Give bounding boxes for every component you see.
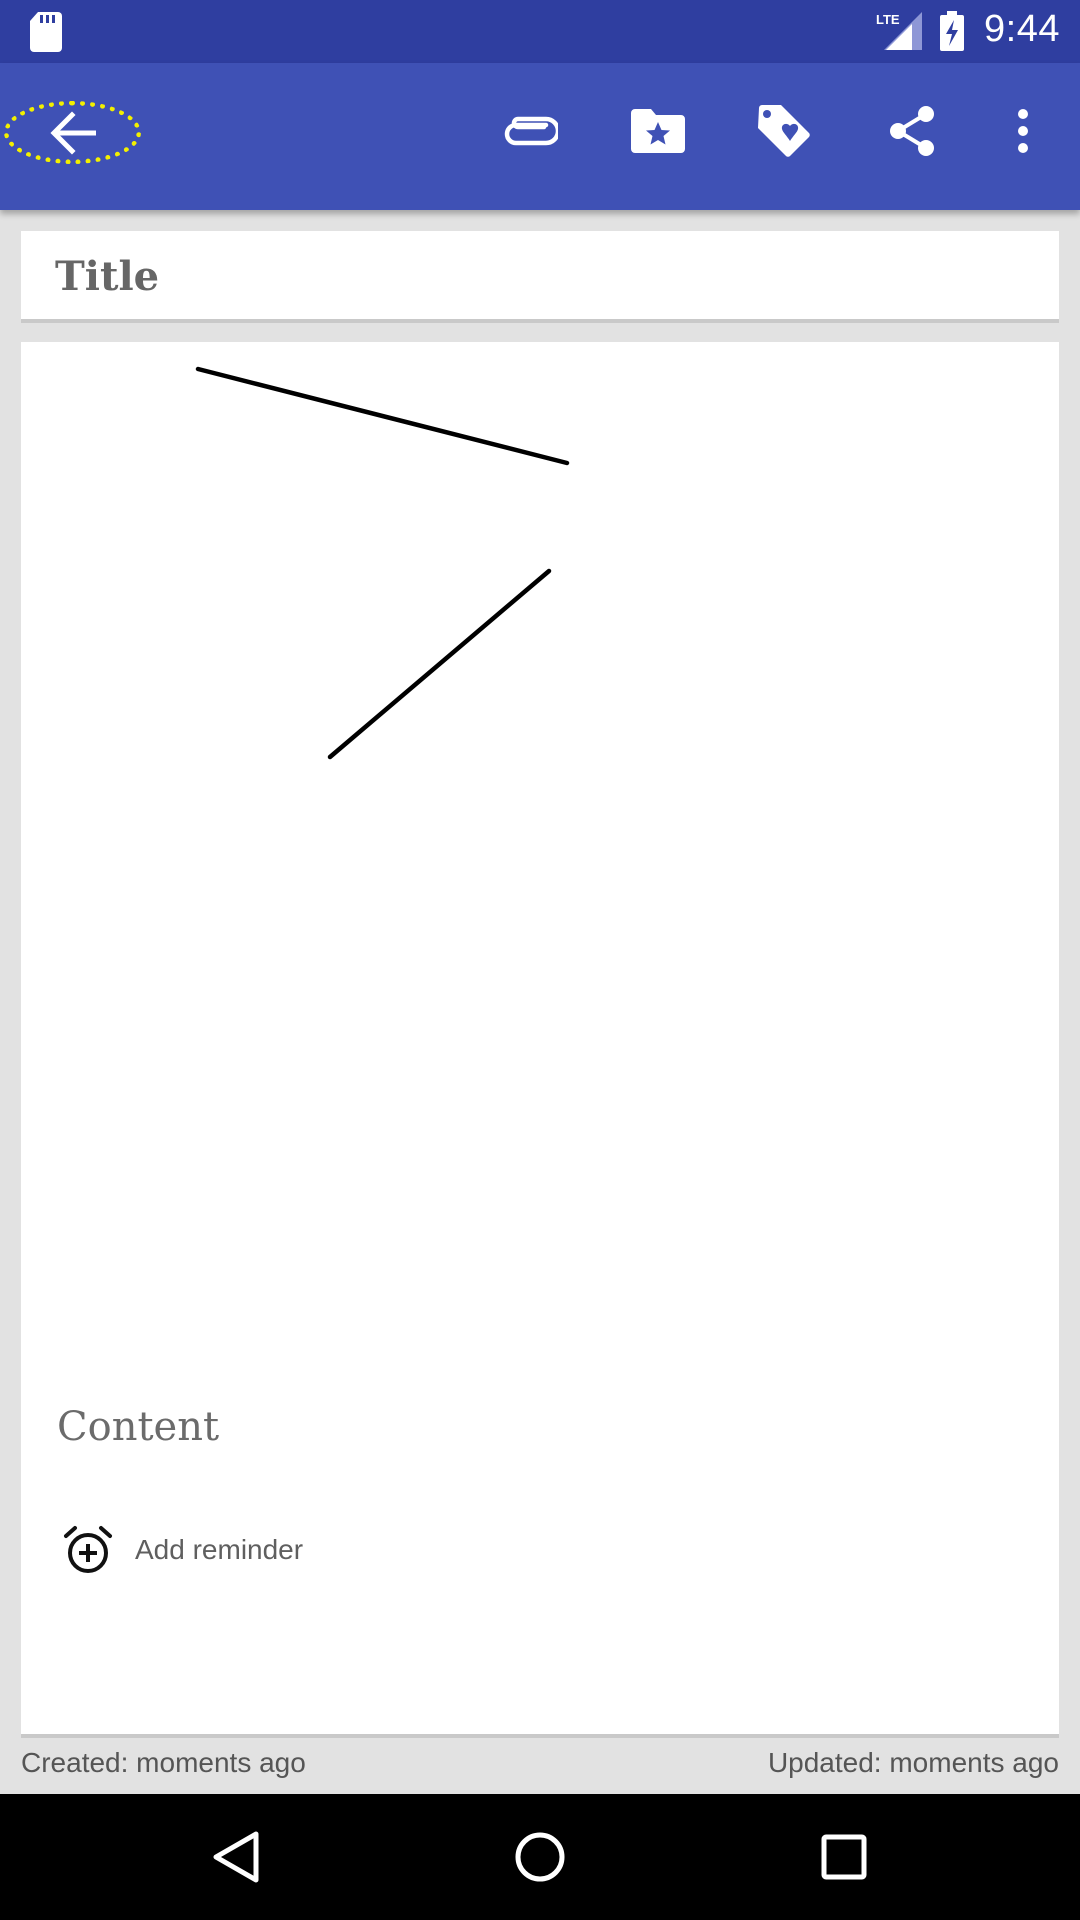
sketch-drawing[interactable] xyxy=(21,342,1059,1342)
content-field[interactable]: Content xyxy=(57,1404,219,1450)
title-placeholder: Title xyxy=(55,253,160,300)
battery-charging-icon xyxy=(940,11,964,51)
share-icon xyxy=(890,106,934,156)
note-card: Content Add reminder xyxy=(21,342,1059,1738)
more-vert-icon xyxy=(1018,109,1028,153)
nav-back-button[interactable] xyxy=(200,1821,272,1893)
clock: 9:44 xyxy=(984,8,1060,50)
home-circle-icon xyxy=(515,1832,565,1882)
more-options-button[interactable] xyxy=(1000,91,1046,171)
recents-square-icon xyxy=(821,1834,867,1880)
share-button[interactable] xyxy=(874,91,950,171)
sd-card-icon xyxy=(30,12,62,52)
title-field[interactable]: Title xyxy=(21,231,1059,323)
attach-button[interactable] xyxy=(492,91,568,171)
status-bar: LTE 9:44 xyxy=(0,0,1080,63)
tag-heart-icon xyxy=(758,105,810,157)
updated-date: Updated: moments ago xyxy=(767,1747,1059,1778)
navigation-bar xyxy=(0,1794,1080,1920)
add-reminder-button[interactable]: Add reminder xyxy=(63,1522,303,1578)
sketch-stroke xyxy=(195,366,570,466)
signal-icon: LTE xyxy=(876,12,922,50)
focus-highlight xyxy=(4,101,141,164)
add-reminder-label: Add reminder xyxy=(135,1534,304,1565)
nav-recents-button[interactable] xyxy=(808,1821,880,1893)
folder-star-icon xyxy=(631,109,685,153)
back-button[interactable] xyxy=(0,93,146,173)
created-date: Created: moments ago xyxy=(21,1747,306,1778)
sketch-stroke xyxy=(327,568,552,760)
alarm-add-icon xyxy=(64,1526,112,1573)
svg-text:LTE: LTE xyxy=(876,12,900,27)
tag-button[interactable] xyxy=(746,91,822,171)
toolbar xyxy=(0,63,1080,210)
back-triangle-icon xyxy=(213,1831,259,1883)
nav-home-button[interactable] xyxy=(504,1821,576,1893)
paperclip-icon xyxy=(504,116,558,146)
category-button[interactable] xyxy=(620,91,696,171)
